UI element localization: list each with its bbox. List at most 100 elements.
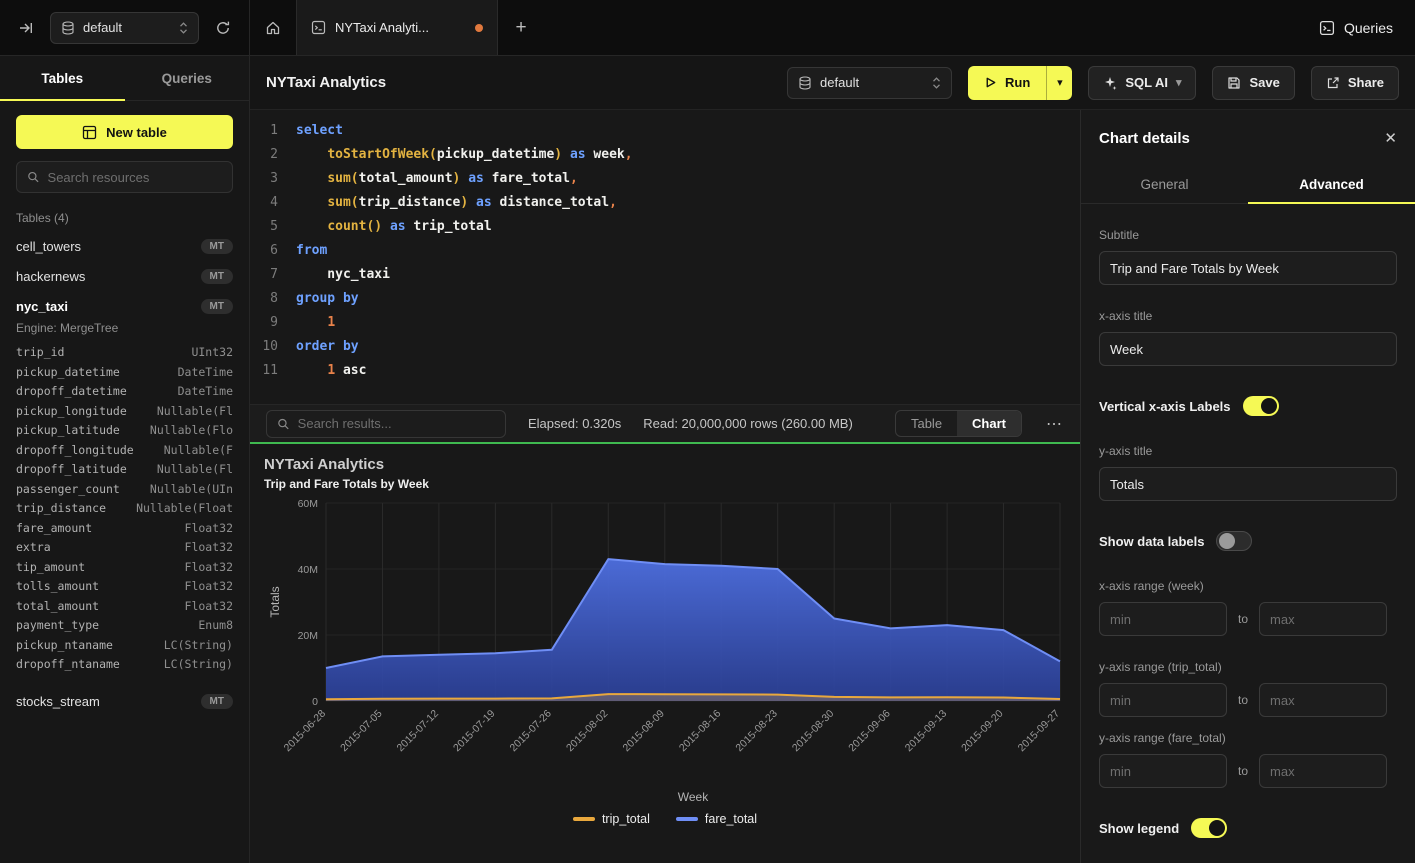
line-number: 6 (250, 239, 278, 263)
vertical-x-axis-labels-label: Vertical x-axis Labels (1099, 399, 1231, 414)
x-axis-range-week-label: x-axis range (week) (1099, 579, 1397, 593)
chevron-updown-icon (932, 76, 941, 90)
show-data-labels-toggle[interactable] (1216, 531, 1252, 551)
view-toggle-table[interactable]: Table (896, 411, 957, 436)
column-name: extra (16, 538, 51, 558)
sql-ai-button[interactable]: SQL AI ▾ (1088, 66, 1196, 100)
elapsed-stat: Elapsed: 0.320s (528, 416, 621, 431)
database-selector[interactable]: default (50, 12, 199, 44)
home-button[interactable] (259, 14, 287, 42)
svg-text:20M: 20M (298, 630, 318, 642)
y-axis-range-fare-total-min-input[interactable] (1099, 754, 1227, 788)
results-toolbar: Elapsed: 0.320s Read: 20,000,000 rows (2… (250, 404, 1080, 442)
y-axis-range-trip-total-min-input[interactable] (1099, 683, 1227, 717)
new-tab-button[interactable]: + (498, 0, 544, 55)
table-row[interactable]: nyc_taxiMT (0, 291, 249, 321)
line-number: 9 (250, 311, 278, 335)
table-engine-badge: MT (201, 694, 233, 709)
column-name: trip_id (16, 343, 64, 363)
column-name: pickup_latitude (16, 421, 120, 441)
line-number: 3 (250, 167, 278, 191)
column-name: pickup_datetime (16, 363, 120, 383)
panel-tab-advanced[interactable]: Advanced (1248, 166, 1415, 203)
refresh-button[interactable] (209, 14, 237, 42)
column-type: Nullable(Flo (150, 421, 233, 441)
results-chart-svg: 020M40M60M2015-06-282015-07-052015-07-12… (264, 495, 1064, 807)
results-more-button[interactable]: ⋯ (1044, 414, 1064, 434)
run-button[interactable]: Run (968, 66, 1046, 100)
svg-text:2015-08-30: 2015-08-30 (790, 708, 837, 755)
column-type: Nullable(Fl (157, 402, 233, 422)
code-line: group by (296, 287, 359, 311)
code-line: from (296, 239, 327, 263)
sql-editor[interactable]: 1select2 toStartOfWeek(pickup_datetime) … (250, 110, 1080, 404)
collapse-sidebar-button[interactable] (12, 14, 40, 42)
vertical-x-axis-labels-toggle[interactable] (1243, 396, 1279, 416)
column-name: pickup_ntaname (16, 636, 113, 656)
x-axis-title-input[interactable] (1099, 332, 1397, 366)
x-axis-range-week-max-input[interactable] (1259, 602, 1387, 636)
close-panel-button[interactable]: ✕ (1384, 129, 1397, 147)
search-resources-input[interactable] (48, 170, 222, 185)
sidebar-tab-queries[interactable]: Queries (125, 56, 250, 100)
queries-button[interactable]: Queries (1319, 20, 1393, 36)
table-name: stocks_stream (16, 694, 100, 709)
query-icon (311, 20, 326, 35)
sidebar: Tables Queries New table Tables (4) cell… (0, 56, 250, 863)
sidebar-tab-tables[interactable]: Tables (0, 56, 125, 100)
refresh-icon (215, 20, 231, 36)
share-icon (1326, 76, 1340, 90)
results-search-box[interactable] (266, 410, 506, 438)
table-row[interactable]: stocks_stream MT (0, 687, 249, 717)
column-name: trip_distance (16, 499, 106, 519)
run-options-button[interactable]: ▾ (1046, 66, 1072, 100)
legend-item[interactable]: fare_total (676, 812, 757, 826)
search-results-input[interactable] (298, 416, 495, 431)
chart-title: NYTaxi Analytics (264, 456, 1066, 473)
chevron-down-icon: ▾ (1057, 76, 1063, 89)
column-name: dropoff_latitude (16, 460, 127, 480)
column-row: pickup_datetimeDateTime (0, 363, 249, 383)
play-icon (984, 76, 997, 89)
share-button[interactable]: Share (1311, 66, 1399, 100)
legend-swatch (573, 817, 595, 821)
top-bar: default NYTaxi Analyti... + Queries (0, 0, 1415, 56)
database-icon (61, 21, 75, 35)
y-axis-title-input[interactable] (1099, 467, 1397, 501)
new-table-button-label: New table (106, 125, 167, 140)
subtitle-input[interactable] (1099, 251, 1397, 285)
y-axis-range-fare-total-label: y-axis range (fare_total) (1099, 731, 1397, 745)
column-row: extraFloat32 (0, 538, 249, 558)
panel-tab-general[interactable]: General (1081, 166, 1248, 203)
editor-line: 11 1 asc (250, 359, 1080, 383)
panel-tab-advanced-label: Advanced (1299, 177, 1364, 192)
y-axis-range-trip-total-max-input[interactable] (1259, 683, 1387, 717)
range-to-label: to (1238, 764, 1248, 778)
y-axis-range-fare-total-max-input[interactable] (1259, 754, 1387, 788)
column-name: tolls_amount (16, 577, 99, 597)
view-toggle-chart[interactable]: Chart (957, 411, 1021, 436)
code-line: sum(trip_distance) as distance_total, (296, 191, 617, 215)
svg-text:2015-07-12: 2015-07-12 (395, 708, 442, 755)
svg-text:2015-07-26: 2015-07-26 (507, 708, 554, 755)
column-row: pickup_ntanameLC(String) (0, 636, 249, 656)
svg-text:0: 0 (312, 696, 318, 708)
sidebar-search-box[interactable] (16, 161, 233, 193)
show-legend-toggle[interactable] (1191, 818, 1227, 838)
run-database-selector[interactable]: default (787, 67, 952, 99)
column-type: Float32 (185, 519, 233, 539)
view-toggle: Table Chart (895, 410, 1022, 437)
x-axis-range-week-min-input[interactable] (1099, 602, 1227, 636)
new-table-button[interactable]: New table (16, 115, 233, 149)
query-tab[interactable]: NYTaxi Analyti... (296, 0, 498, 55)
chevron-down-icon: ▾ (1176, 76, 1182, 89)
show-data-labels-label: Show data labels (1099, 534, 1204, 549)
save-button[interactable]: Save (1212, 66, 1294, 100)
column-name: payment_type (16, 616, 99, 636)
panel-tabs: General Advanced (1081, 166, 1415, 204)
editor-line: 1select (250, 119, 1080, 143)
table-row[interactable]: cell_towersMT (0, 231, 249, 261)
table-row[interactable]: hackernewsMT (0, 261, 249, 291)
legend-item[interactable]: trip_total (573, 812, 650, 826)
column-name: pickup_longitude (16, 402, 127, 422)
